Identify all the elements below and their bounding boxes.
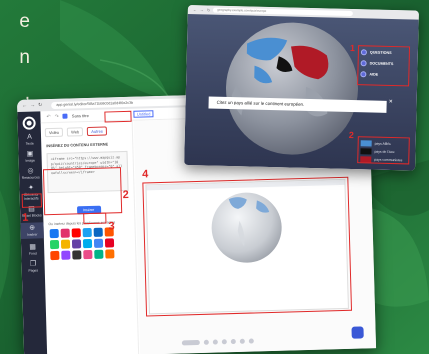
sidebar-item-background[interactable]: ▦ Fond [21, 243, 44, 256]
forward-arrow-icon[interactable]: → [30, 102, 35, 108]
platform-logo-icon[interactable] [105, 249, 115, 259]
callout-number-3: 3 [108, 220, 115, 233]
toolbar-button[interactable] [230, 338, 236, 345]
document-icon [62, 113, 68, 119]
callout-number-q1: 1 [349, 42, 356, 54]
cropped-text-line: n [19, 47, 30, 68]
platform-logo-icon[interactable] [49, 228, 59, 239]
callout-number-2: 2 [122, 188, 129, 202]
tab-other[interactable]: Autres [87, 126, 107, 137]
bottom-toolbar [181, 334, 352, 348]
callout-box-menu [357, 45, 411, 87]
platform-logo-icon[interactable] [82, 238, 93, 249]
platform-logo-icon[interactable] [61, 250, 71, 260]
title-badge[interactable]: Untitled [133, 110, 154, 118]
callout-number-4: 4 [141, 168, 149, 181]
back-arrow-icon[interactable]: ← [22, 103, 27, 109]
platform-logo-icon[interactable] [60, 228, 70, 238]
platform-logo-icon[interactable] [71, 228, 81, 238]
app-logo [22, 116, 36, 130]
callout-box-tab [104, 110, 132, 123]
tab-video[interactable]: Vidéo [44, 127, 64, 138]
platform-logo-icon[interactable] [93, 227, 103, 237]
callout-box-code [42, 167, 123, 216]
sidebar-item-image[interactable]: ▣ Image [18, 150, 41, 163]
toolbar-button[interactable] [239, 338, 245, 344]
platform-logo-icon[interactable] [93, 238, 104, 248]
callout-number-1: 1 [22, 211, 29, 224]
insert-tabs: Vidéo Web Autres [41, 121, 132, 143]
callout-number-q2: 2 [348, 129, 355, 141]
callout-box-insert [21, 193, 43, 208]
platform-logo-icon[interactable] [82, 227, 92, 238]
back-arrow-icon[interactable]: ← [193, 7, 197, 12]
platform-logo-icon[interactable] [60, 239, 71, 249]
toolbar-button[interactable] [248, 338, 254, 344]
quiz-window: ← → ↻ geography.example.com/quiz/europe [184, 5, 419, 171]
sidebar-item-pages[interactable]: ❐ Pages [21, 260, 44, 273]
sidebar-item-text[interactable]: A Texte [18, 133, 41, 146]
platform-logo-icon[interactable] [83, 249, 93, 260]
undo-icon[interactable]: ↶ [46, 114, 50, 120]
forward-arrow-icon[interactable]: → [200, 7, 204, 12]
toolbar-button[interactable] [203, 339, 209, 345]
sidebar-item-label: Image [25, 158, 35, 163]
insert-panel: Vidéo Web Autres INSÉREZ DU CONTENU EXTE… [40, 120, 140, 354]
toolbar-button[interactable] [221, 339, 227, 345]
sidebar-item-label: Ressources [21, 175, 40, 180]
quiz-stage: QUESTIONS DOCUMENTS AIDE Citez un pays a… [184, 13, 419, 171]
platform-logo-icon[interactable] [94, 249, 104, 259]
platform-logo-icon[interactable] [71, 239, 82, 249]
redo-icon[interactable]: ↷ [55, 113, 59, 119]
platform-logo-icon[interactable] [49, 239, 60, 250]
platform-logo-icon[interactable] [72, 250, 82, 260]
sidebar-item-label: Fond [28, 251, 37, 256]
platform-icon-grid [44, 226, 136, 262]
platform-logo-icon[interactable] [50, 250, 60, 261]
chat-icon[interactable] [351, 326, 364, 339]
callout-box-button [83, 212, 107, 225]
insert-heading: INSÉREZ DU CONTENU EXTERNE [46, 142, 109, 149]
tab-web[interactable]: Web [66, 127, 84, 137]
sidebar-item-insert[interactable]: ⊕ Insérer [20, 222, 44, 239]
reload-icon[interactable]: ↻ [38, 102, 42, 108]
sidebar-item-label: Pages [28, 268, 39, 273]
zoom-control[interactable] [181, 339, 200, 346]
sidebar-item-resources[interactable]: ◎ Ressources [19, 167, 42, 180]
toolbar-button[interactable] [212, 339, 218, 345]
sidebar-item-label: Insérer [26, 232, 38, 237]
close-icon[interactable]: ✕ [389, 99, 393, 105]
reload-icon[interactable]: ↻ [207, 7, 210, 12]
sidebar-item-label: Texte [25, 141, 34, 146]
callout-box-legend [357, 136, 410, 165]
callout-box-preview [142, 176, 353, 317]
cropped-text-line: e [19, 11, 30, 32]
platform-logo-icon[interactable] [104, 238, 115, 248]
